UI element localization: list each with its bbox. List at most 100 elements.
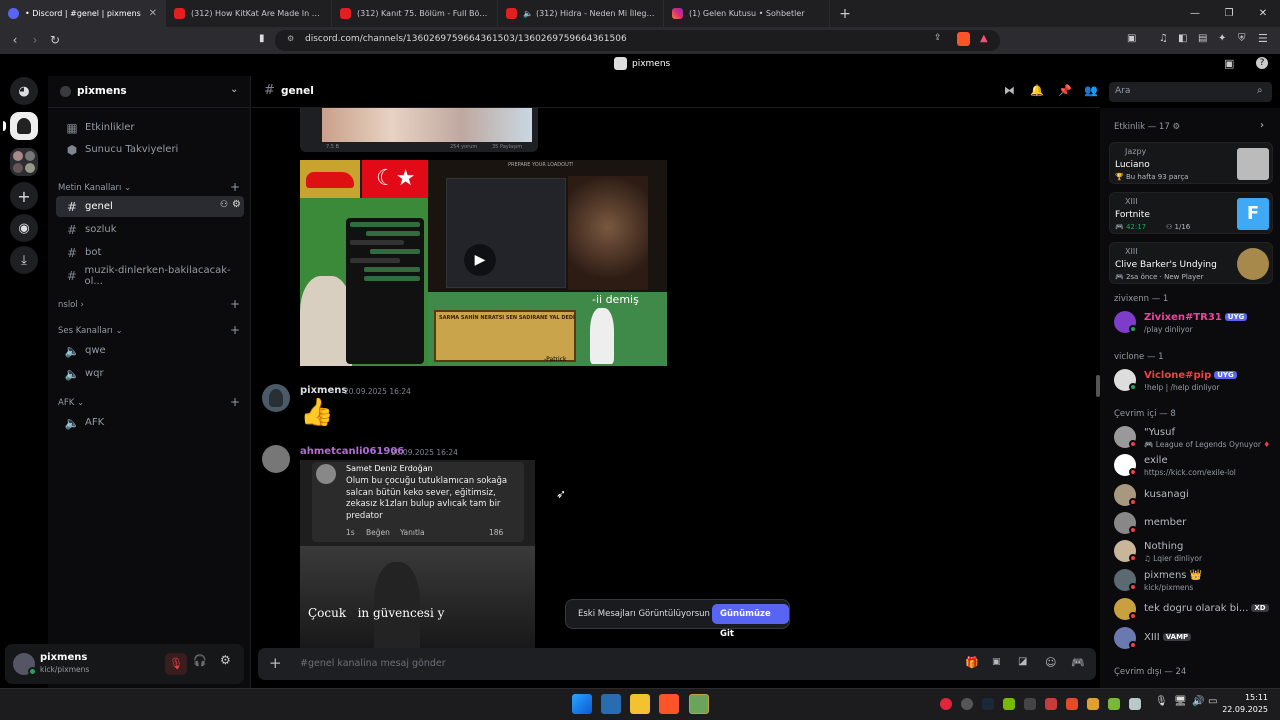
member-item[interactable]: Viclone#pip UYG !help | /help dinliyor <box>1114 367 1274 393</box>
download-icon[interactable]: ⤓ <box>10 246 38 274</box>
help-icon[interactable]: ? <box>1256 57 1268 69</box>
channel-bot[interactable]: # bot <box>56 242 244 263</box>
network-icon[interactable]: 🖥 <box>1174 696 1187 707</box>
tray-app-icon[interactable] <box>1045 698 1057 710</box>
apps-icon[interactable]: 🎮 <box>1071 656 1085 669</box>
new-tab-button[interactable]: + <box>830 0 860 27</box>
category-nslol[interactable]: nslol › <box>58 300 84 310</box>
menu-icon[interactable]: ☰ <box>1258 32 1268 45</box>
channel-genel[interactable]: # genel ⚇ ⚙ <box>56 196 244 217</box>
ai-icon[interactable]: ✦ <box>1218 33 1226 44</box>
category-voice-channels[interactable]: Ses Kanalları ⌄ <box>58 326 123 336</box>
threads-icon[interactable]: ⧓ <box>1004 84 1015 97</box>
sidebar-icon[interactable]: ◧ <box>1178 33 1187 44</box>
create-channel-icon[interactable]: + <box>230 297 240 311</box>
speaker-icon[interactable]: 🔈 <box>523 9 533 18</box>
message-composer[interactable]: + #genel kanalina mesaj gönder 🎁 ▣ ◪ ☺ 🎮 <box>258 648 1096 680</box>
discover-icon[interactable]: ◉ <box>10 214 38 242</box>
member-item[interactable]: pixmens 👑 kick/pixmens <box>1114 567 1274 593</box>
channel-muzik[interactable]: # muzik-dinlerken-bakilacacak-ol... <box>56 265 244 287</box>
volume-icon[interactable]: 🔊 <box>1192 696 1204 707</box>
category-text-channels[interactable]: Metin Kanalları ⌄ <box>58 183 131 193</box>
member-item[interactable]: Nothing ♫ Lqier dinliyor <box>1114 538 1274 564</box>
server-header[interactable]: pixmens ⌄ <box>48 76 250 108</box>
vpn-icon[interactable]: ⛨ <box>1238 33 1246 44</box>
clock-time[interactable]: 15:11 <box>1232 693 1268 702</box>
nvidia-icon[interactable] <box>1003 698 1015 710</box>
server-pixmens-icon[interactable] <box>10 112 38 140</box>
message-author[interactable]: ahmetcanli061906 <box>300 446 404 457</box>
create-channel-icon[interactable]: + <box>230 323 240 337</box>
browser-tab-instagram[interactable]: (1) Gelen Kutusu • Sohbetler <box>664 0 830 27</box>
category-afk[interactable]: AFK ⌄ <box>58 398 84 408</box>
meme-collage-image[interactable]: ☾★ PREPARE YOUR LOADOUT! ▶ SARMA SAHİN N… <box>300 160 667 366</box>
tray-app-icon[interactable] <box>1129 698 1141 710</box>
member-list-icon[interactable]: 👥 <box>1084 84 1098 97</box>
wallet-icon[interactable]: ▣ <box>1127 33 1136 44</box>
activity-card-undying[interactable]: XIII Clive Barker's Undying 🎮 2sa önce ·… <box>1109 242 1273 284</box>
browser-tab-youtube-3[interactable]: 🔈 (312) Hidra - Neden Mi İllegal 3 <box>498 0 664 27</box>
chevron-right-icon[interactable]: › <box>1260 120 1264 131</box>
channel-qwe[interactable]: 🔈 qwe <box>56 340 244 361</box>
avatar[interactable] <box>262 384 290 412</box>
browser-tab-youtube-1[interactable]: (312) How KitKat Are Made In a Factory <box>166 0 332 27</box>
battery-icon[interactable]: ▭ <box>1208 696 1217 707</box>
member-item[interactable]: "Yusuf 🎮 League of Legends Oynuyor ♦ <box>1114 424 1274 450</box>
server-folder-icon[interactable] <box>10 148 38 176</box>
bell-icon[interactable]: 🔔 <box>1030 84 1044 97</box>
member-item[interactable]: Zivixen#TR31 UYG /play dinliyor <box>1114 309 1274 335</box>
comment-meme-image[interactable]: Samet Deniz Erdoğan Olum bu çocuğu tutuk… <box>300 460 535 648</box>
tray-record-icon[interactable] <box>940 698 952 710</box>
close-window-icon[interactable]: ✕ <box>1246 0 1280 27</box>
gear-icon[interactable]: ⚙ <box>232 199 241 210</box>
emoji-icon[interactable]: ☺ <box>1045 656 1056 669</box>
music-icon[interactable]: ♫ <box>1159 33 1168 44</box>
avatar[interactable] <box>262 445 290 473</box>
discord-home-icon[interactable]: ◕ <box>10 77 38 105</box>
tray-app-icon[interactable] <box>961 698 973 710</box>
member-item[interactable]: kusanagi <box>1114 482 1274 508</box>
forward-icon[interactable]: › <box>28 33 42 47</box>
sidebar-item-boosts[interactable]: ⬢ Sunucu Takviyeleri <box>56 139 244 160</box>
channel-afk[interactable]: 🔈 AFK <box>56 412 244 433</box>
close-icon[interactable]: ✕ <box>149 8 157 19</box>
share-icon[interactable]: ⇪ <box>934 33 942 43</box>
brave-browser-icon[interactable] <box>659 694 679 714</box>
leo-icon[interactable]: ▤ <box>1198 33 1207 44</box>
reload-icon[interactable]: ↻ <box>48 33 62 47</box>
inbox-icon[interactable]: ▣ <box>1224 57 1234 70</box>
widgets-icon[interactable] <box>601 694 621 714</box>
tray-app-icon[interactable] <box>1108 698 1120 710</box>
clock-date[interactable]: 22.09.2025 <box>1222 705 1268 714</box>
chevron-down-icon[interactable]: ⌄ <box>230 84 238 95</box>
steam-icon[interactable] <box>982 698 994 710</box>
gif-icon[interactable]: ▣ <box>992 657 1001 667</box>
minimize-icon[interactable]: — <box>1178 0 1212 27</box>
member-item[interactable]: tek dogru olarak bi... XD <box>1114 596 1274 622</box>
jump-to-present-button[interactable]: Günümüze Git <box>712 604 789 639</box>
attach-plus-icon[interactable]: + <box>269 654 282 672</box>
bookmark-icon[interactable]: ▮ <box>259 33 265 44</box>
tray-app-icon[interactable] <box>1087 698 1099 710</box>
member-item[interactable]: XIII VAMP <box>1114 625 1274 651</box>
pin-icon[interactable]: 📌 <box>1058 84 1072 97</box>
start-icon[interactable] <box>572 694 592 714</box>
tray-app-icon[interactable] <box>1024 698 1036 710</box>
back-icon[interactable]: ‹ <box>8 33 22 47</box>
sidebar-item-events[interactable]: ▦ Etkinlikler <box>56 117 244 138</box>
invite-icon[interactable]: ⚇ <box>220 200 228 210</box>
restore-icon[interactable]: ❐ <box>1212 0 1246 27</box>
message-author[interactable]: pixmens <box>300 385 347 396</box>
site-info-icon[interactable]: ⚙ <box>287 34 294 43</box>
create-channel-icon[interactable]: + <box>230 395 240 409</box>
brave-rewards-icon[interactable]: ▲ <box>980 33 988 44</box>
headphones-icon[interactable]: 🎧 <box>193 654 207 667</box>
add-server-icon[interactable]: + <box>10 182 38 210</box>
member-item[interactable]: member <box>1114 510 1274 536</box>
embedded-image[interactable]: 7.5 B 254 yorum 35 Paylaşım <box>300 108 538 152</box>
file-explorer-icon[interactable] <box>630 694 650 714</box>
microphone-icon[interactable]: 🎙 <box>1155 696 1168 707</box>
search-input[interactable]: Ara ⌕ <box>1109 82 1272 102</box>
member-item[interactable]: exile https://kick.com/exile-lol <box>1114 452 1274 478</box>
game-app-icon[interactable] <box>689 694 709 714</box>
